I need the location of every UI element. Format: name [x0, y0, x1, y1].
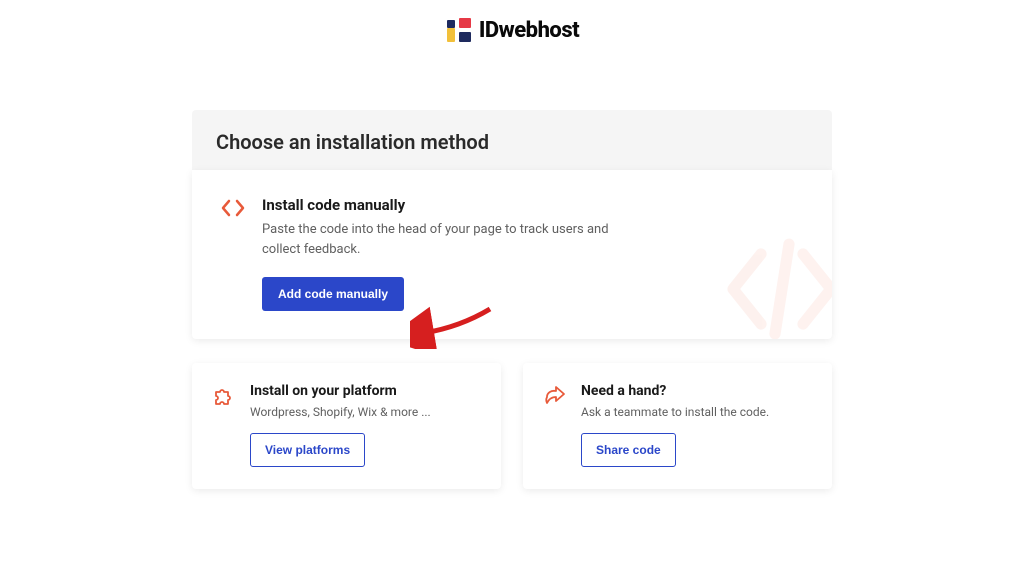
share-code-button[interactable]: Share code	[581, 433, 676, 467]
card-install-platform: Install on your platform Wordpress, Shop…	[192, 363, 501, 489]
panel-header: Choose an installation method	[192, 110, 832, 170]
installation-panel: Choose an installation method Install co…	[192, 110, 832, 489]
brand-name: IDwebhost	[479, 18, 579, 43]
code-icon	[220, 198, 246, 222]
panel-title: Choose an installation method	[216, 130, 808, 154]
card-need-hand: Need a hand? Ask a teammate to install t…	[523, 363, 832, 489]
code-watermark-icon	[712, 219, 832, 339]
card-install-manually: Install code manually Paste the code int…	[192, 170, 832, 339]
view-platforms-button[interactable]: View platforms	[250, 433, 365, 467]
share-icon	[543, 385, 567, 411]
card-description: Ask a teammate to install the code.	[581, 403, 812, 421]
card-title: Need a hand?	[581, 383, 812, 399]
card-title: Install on your platform	[250, 383, 481, 399]
logo-icon	[445, 16, 473, 44]
card-description: Paste the code into the head of your pag…	[262, 220, 642, 259]
puzzle-icon	[212, 385, 236, 413]
add-code-manually-button[interactable]: Add code manually	[262, 277, 404, 311]
card-description: Wordpress, Shopify, Wix & more ...	[250, 403, 481, 421]
card-title: Install code manually	[262, 196, 804, 214]
brand-logo: IDwebhost	[0, 0, 1024, 60]
